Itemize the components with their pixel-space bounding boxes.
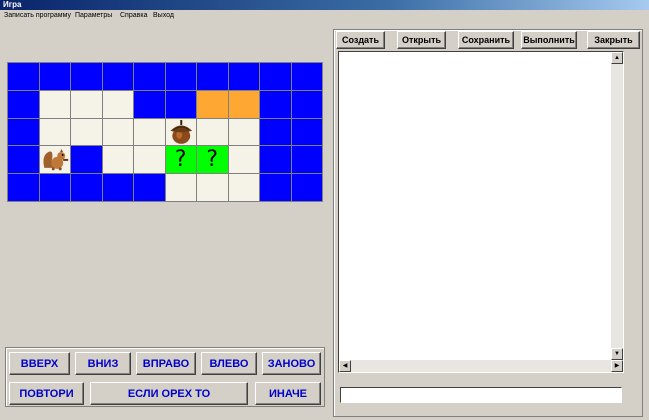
left-button[interactable]: ВЛЕВО xyxy=(201,352,257,375)
wall-cell xyxy=(134,174,165,201)
floor-cell xyxy=(197,174,228,201)
floor-cell xyxy=(228,146,259,174)
down-button[interactable]: ВНИЗ xyxy=(75,352,131,375)
wall-cell xyxy=(8,90,39,118)
floor-cell xyxy=(165,174,196,201)
unknown-cell: ? xyxy=(165,146,196,174)
wall-cell xyxy=(134,63,165,90)
window-title: Игра xyxy=(3,0,22,9)
game-field: ?? xyxy=(7,62,323,202)
save-button[interactable]: Сохранить xyxy=(458,31,514,49)
wall-cell xyxy=(165,63,196,90)
floor-cell xyxy=(102,90,133,118)
acorn-icon xyxy=(169,119,192,144)
create-button[interactable]: Создать xyxy=(336,31,385,49)
close-button[interactable]: Закрыть xyxy=(587,31,640,49)
wall-cell xyxy=(102,174,133,201)
scroll-right-icon[interactable]: ▶ xyxy=(611,360,623,372)
floor-cell xyxy=(228,118,259,146)
wall-cell xyxy=(260,146,291,174)
menu-item-help[interactable]: Справка xyxy=(120,11,147,21)
else-button[interactable]: ИНАЧЕ xyxy=(255,382,321,405)
target-cell xyxy=(197,90,228,118)
question-mark: ? xyxy=(206,146,219,172)
restart-button[interactable]: ЗАНОВО xyxy=(262,352,321,375)
if-nut-then-button[interactable]: ЕСЛИ ОРЕХ ТО xyxy=(90,382,248,405)
wall-cell xyxy=(165,90,196,118)
floor-cell xyxy=(102,118,133,146)
floor-cell xyxy=(102,146,133,174)
floor-cell xyxy=(228,174,259,201)
wall-cell xyxy=(291,174,322,201)
scroll-up-icon[interactable]: ▲ xyxy=(611,52,623,64)
up-button[interactable]: ВВЕРХ xyxy=(9,352,70,375)
command-input[interactable] xyxy=(340,387,622,403)
scroll-left-icon[interactable]: ◀ xyxy=(339,360,351,372)
wall-cell xyxy=(291,90,322,118)
menu-item-record-program[interactable]: Записать программу xyxy=(4,11,71,21)
floor-cell xyxy=(39,118,70,146)
question-mark: ? xyxy=(174,146,187,172)
target-cell xyxy=(228,90,259,118)
wall-cell xyxy=(291,118,322,146)
wall-cell xyxy=(260,63,291,90)
wall-cell xyxy=(8,146,39,174)
floor-cell xyxy=(71,118,102,146)
wall-cell xyxy=(102,63,133,90)
floor-cell xyxy=(134,118,165,146)
repeat-button[interactable]: ПОВТОРИ xyxy=(9,382,84,405)
wall-cell xyxy=(71,63,102,90)
wall-cell xyxy=(260,118,291,146)
unknown-cell: ? xyxy=(197,146,228,174)
vertical-scrollbar[interactable]: ▲ ▼ xyxy=(611,52,623,360)
scroll-down-icon[interactable]: ▼ xyxy=(611,348,623,360)
floor-cell xyxy=(134,146,165,174)
wall-cell xyxy=(197,63,228,90)
wall-cell xyxy=(291,63,322,90)
right-button[interactable]: ВПРАВО xyxy=(136,352,196,375)
floor-cell xyxy=(197,118,228,146)
wall-cell xyxy=(260,90,291,118)
horizontal-scrollbar[interactable]: ◀ ▶ xyxy=(339,360,623,372)
acorn-cell xyxy=(165,118,196,146)
program-editor[interactable]: ▲ ▼ ◀ ▶ xyxy=(338,51,624,373)
wall-cell xyxy=(8,63,39,90)
menu-item-parameters[interactable]: Параметры xyxy=(75,11,112,21)
wall-cell xyxy=(8,174,39,201)
wall-cell xyxy=(134,90,165,118)
run-button[interactable]: Выполнить xyxy=(521,31,577,49)
wall-cell xyxy=(291,146,322,174)
wall-cell xyxy=(8,118,39,146)
wall-cell xyxy=(71,146,102,174)
squirrel-cell xyxy=(39,146,70,174)
wall-cell xyxy=(260,174,291,201)
editor-text xyxy=(339,52,623,56)
floor-cell xyxy=(39,90,70,118)
menu-bar: Записать программу Параметры Справка Вых… xyxy=(0,11,649,21)
wall-cell xyxy=(39,174,70,201)
title-bar: Игра xyxy=(0,0,649,10)
floor-cell xyxy=(71,90,102,118)
squirrel-icon xyxy=(42,149,68,171)
menu-item-exit[interactable]: Выход xyxy=(153,11,174,21)
wall-cell xyxy=(228,63,259,90)
wall-cell xyxy=(71,174,102,201)
wall-cell xyxy=(39,63,70,90)
open-button[interactable]: Открыть xyxy=(397,31,446,49)
